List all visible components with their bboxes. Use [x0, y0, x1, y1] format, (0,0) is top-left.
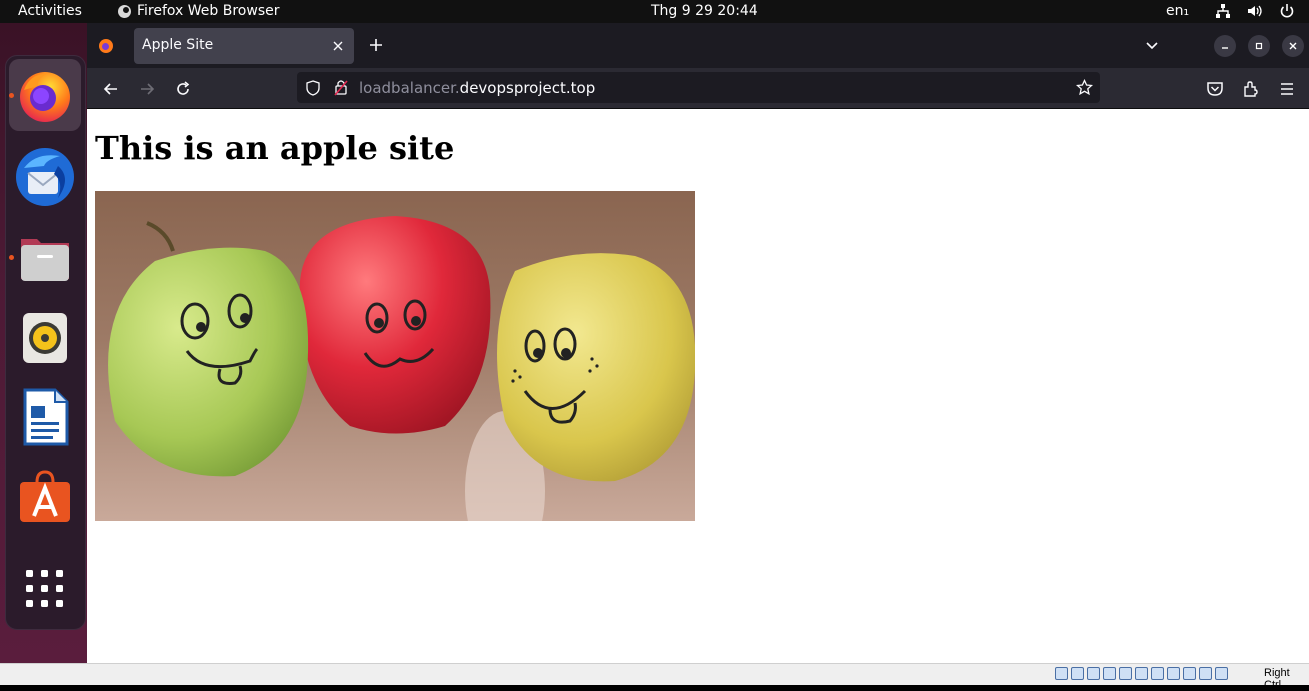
- extensions-icon[interactable]: [1242, 80, 1260, 98]
- chevron-down-icon[interactable]: [1144, 38, 1160, 54]
- video-capture-icon[interactable]: [1167, 667, 1180, 680]
- volume-icon: [1248, 5, 1262, 17]
- rhythmbox-icon: [23, 313, 67, 363]
- audio-icon[interactable]: [1087, 667, 1100, 680]
- running-indicator: [9, 93, 14, 98]
- apple-photo: [95, 191, 695, 521]
- mouse-integration-icon[interactable]: [1199, 667, 1212, 680]
- url-subdomain: loadbalancer.: [359, 79, 460, 97]
- back-arrow-icon[interactable]: [102, 80, 120, 98]
- network-icon: [1216, 4, 1230, 18]
- input-language-indicator[interactable]: en₁: [1166, 2, 1189, 20]
- reload-icon[interactable]: [174, 80, 192, 98]
- tab-strip: Apple Site: [87, 23, 1309, 68]
- apples-with-faces-image: [95, 191, 695, 521]
- app-menu-label: Firefox Web Browser: [137, 3, 280, 19]
- grid-icon: [26, 570, 63, 607]
- writer-icon: [23, 388, 69, 446]
- network-adapter-icon[interactable]: [1103, 667, 1116, 680]
- display-icon[interactable]: [1151, 667, 1164, 680]
- app-center-icon: [20, 470, 70, 522]
- tab-apple-site[interactable]: Apple Site: [134, 28, 354, 64]
- virtualbox-status-bar: Right Ctrl: [0, 663, 1309, 691]
- dock-show-apps[interactable]: [9, 553, 81, 625]
- usb-icon[interactable]: [1119, 667, 1132, 680]
- optical-drive-icon[interactable]: [1071, 667, 1084, 680]
- running-indicator: [9, 255, 14, 260]
- pocket-icon[interactable]: [1206, 80, 1224, 98]
- dock: [5, 55, 86, 630]
- dock-files[interactable]: [9, 221, 81, 293]
- minimize-button[interactable]: [1214, 35, 1236, 57]
- web-content: This is an apple site: [87, 109, 1309, 663]
- keyboard-capture-icon[interactable]: [1215, 667, 1228, 680]
- shared-folders-icon[interactable]: [1135, 667, 1148, 680]
- page-heading: This is an apple site: [95, 129, 455, 167]
- new-tab-icon[interactable]: [368, 37, 384, 53]
- dock-app-center[interactable]: [9, 461, 81, 533]
- vbox-device-icons: [1055, 667, 1228, 680]
- firefox-icon: [20, 72, 70, 122]
- tab-title: Apple Site: [142, 37, 214, 53]
- tracking-shield-icon[interactable]: [305, 80, 321, 96]
- activities-button[interactable]: Activities: [18, 2, 82, 20]
- system-tray[interactable]: [1215, 3, 1295, 19]
- clock[interactable]: Thg 9 29 20:44: [651, 2, 758, 20]
- dock-firefox[interactable]: [9, 59, 81, 131]
- firefox-mini-icon: [118, 4, 131, 18]
- insecure-lock-icon[interactable]: [333, 79, 349, 96]
- close-icon[interactable]: [330, 38, 346, 54]
- hamburger-menu-icon[interactable]: [1278, 80, 1296, 98]
- cpu-icon[interactable]: [1183, 667, 1196, 680]
- navigation-toolbar: loadbalancer.devopsproject.top: [87, 68, 1309, 109]
- forward-arrow-icon[interactable]: [138, 80, 156, 98]
- thunderbird-icon: [16, 148, 74, 206]
- hard-disk-icon[interactable]: [1055, 667, 1068, 680]
- dock-thunderbird[interactable]: [9, 141, 81, 213]
- dock-rhythmbox[interactable]: [9, 301, 81, 373]
- gnome-top-bar: Activities Firefox Web Browser Thg 9 29 …: [0, 0, 1309, 23]
- firefox-window: Apple Site loadbalancer.devopsproject.to…: [87, 23, 1309, 663]
- files-icon: [21, 239, 69, 281]
- restore-icon: [1255, 42, 1263, 50]
- bookmark-star-icon[interactable]: [1076, 79, 1093, 96]
- maximize-button[interactable]: [1248, 35, 1270, 57]
- close-icon: [1289, 42, 1297, 50]
- app-menu[interactable]: Firefox Web Browser: [118, 2, 280, 20]
- minimize-icon: [1222, 47, 1228, 49]
- close-window-button[interactable]: [1282, 35, 1304, 57]
- url-bar[interactable]: loadbalancer.devopsproject.top: [297, 72, 1100, 103]
- power-icon: [1280, 4, 1294, 18]
- firefox-view-icon[interactable]: [98, 38, 114, 54]
- url-text[interactable]: loadbalancer.devopsproject.top: [359, 79, 595, 97]
- host-key-label: Right Ctrl: [1264, 667, 1290, 691]
- url-host: devopsproject.top: [459, 79, 596, 97]
- dock-libreoffice-writer[interactable]: [9, 381, 81, 453]
